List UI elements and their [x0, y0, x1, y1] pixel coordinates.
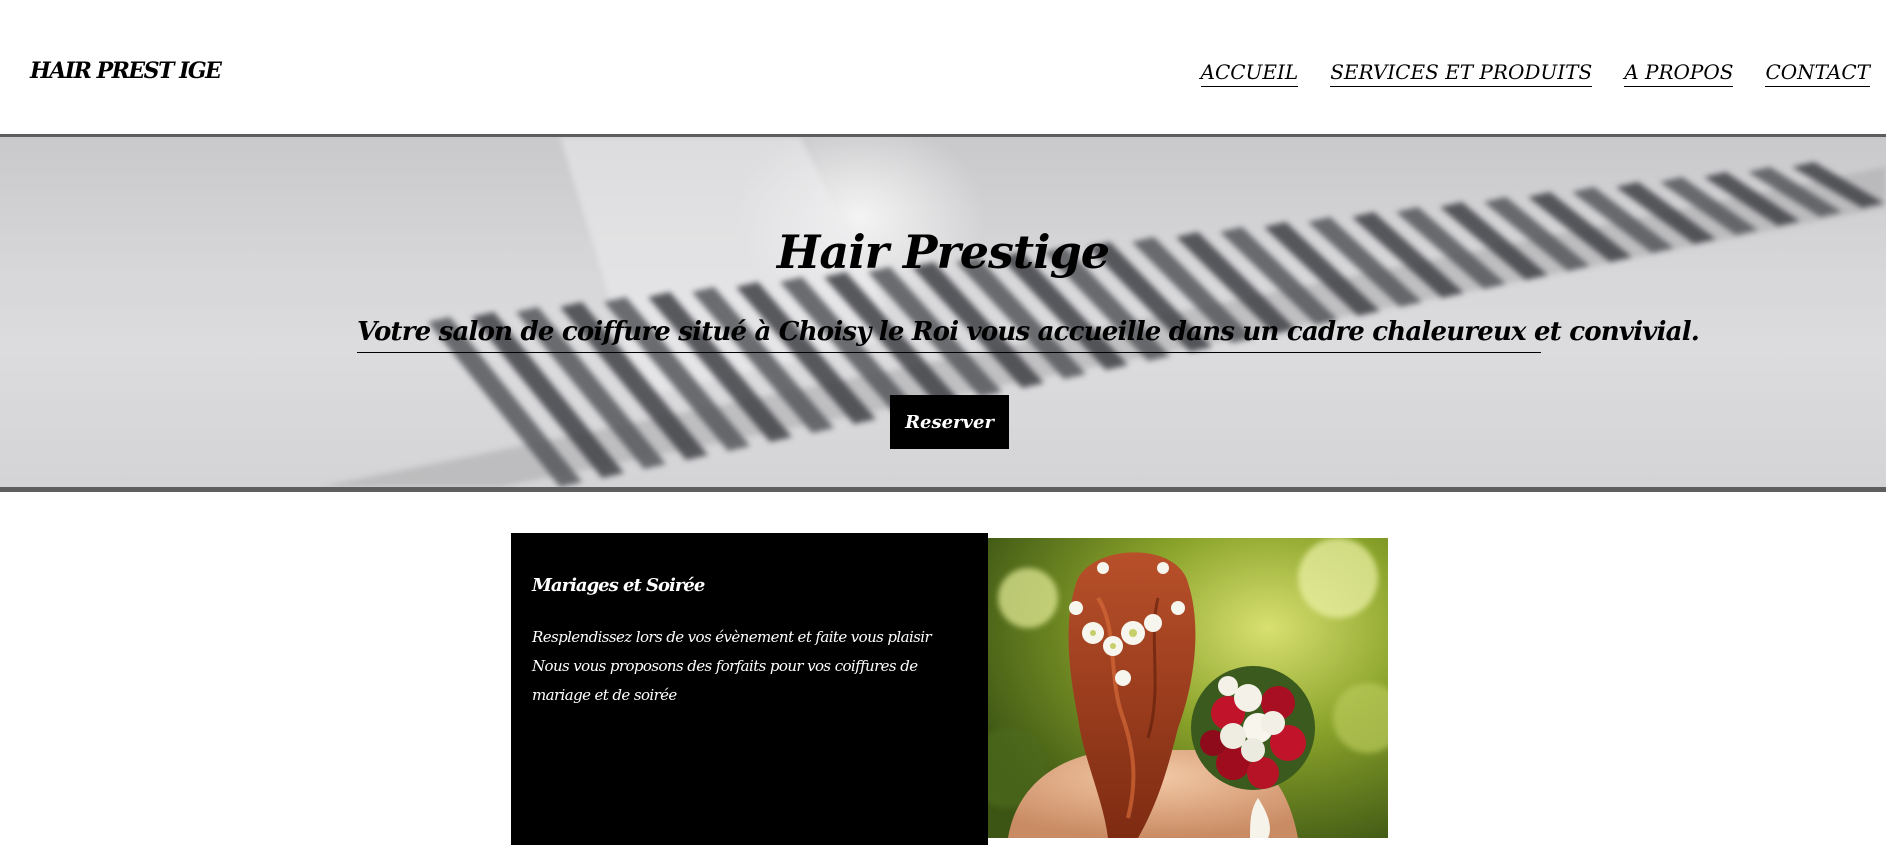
hero-title: Hair Prestige	[776, 225, 1110, 279]
nav-link-contact[interactable]: CONTACT	[1765, 60, 1870, 87]
nav-link-services-et-produits[interactable]: SERVICES ET PRODUITS	[1330, 60, 1593, 87]
main-nav: ACCUEIL SERVICES ET PRODUITS A PROPOS CO…	[1200, 60, 1870, 87]
nav-link-a-propos[interactable]: A PROPOS	[1624, 60, 1734, 87]
service-card-mariages: Mariages et Soirée Resplendissez lors de…	[511, 533, 988, 845]
bride-photo	[988, 538, 1388, 838]
hero-subtitle: Votre salon de coiffure situé à Choisy l…	[357, 317, 1700, 353]
nav-link-accueil[interactable]: ACCUEIL	[1200, 60, 1299, 87]
hero-banner: Hair Prestige Votre salon de coiffure si…	[0, 134, 1886, 492]
reserve-button[interactable]: Reserver	[890, 395, 1009, 449]
site-header: HAIR PREST IGE ACCUEIL SERVICES ET PRODU…	[0, 0, 1886, 134]
bride-image	[988, 538, 1388, 838]
site-logo[interactable]: HAIR PREST IGE	[30, 58, 222, 84]
service-card-title: Mariages et Soirée	[532, 575, 705, 596]
service-card-description: Resplendissez lors de vos évènement et f…	[532, 628, 932, 704]
